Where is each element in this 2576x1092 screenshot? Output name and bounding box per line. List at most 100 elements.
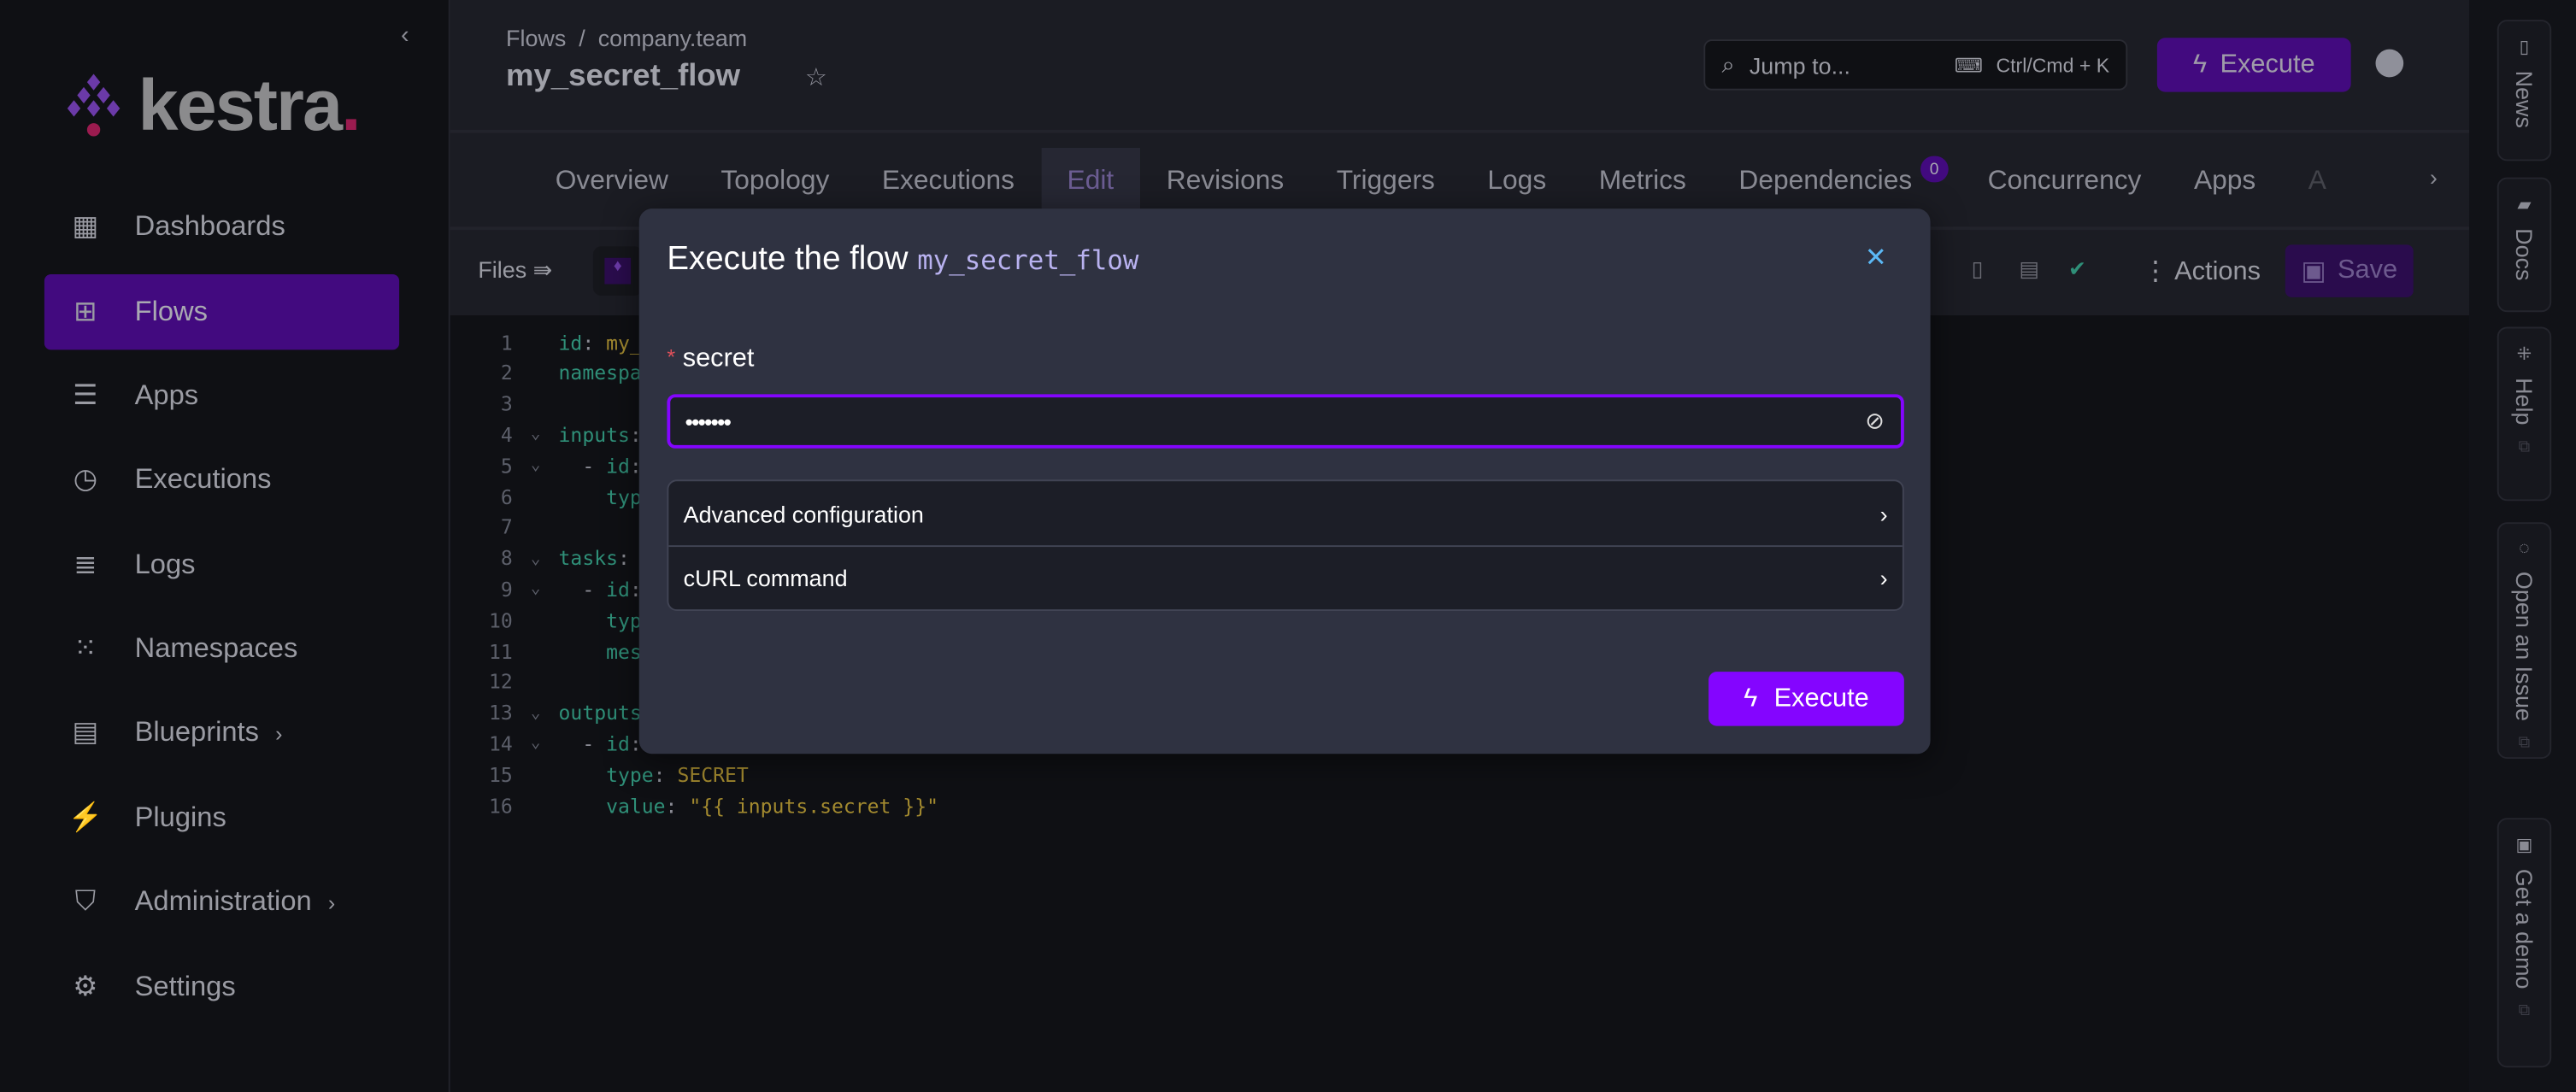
fold-chevron-icon: ⌄ <box>530 580 541 599</box>
dialog-title: Execute the flow my_secret_flow <box>667 241 1139 278</box>
fold-chevron-icon: ⌄ <box>530 426 541 444</box>
sidebar-item-label: Settings <box>134 971 236 1002</box>
tab-logs[interactable]: Logs <box>1461 148 1573 214</box>
save-button[interactable]: ▣ Save <box>2285 244 2414 297</box>
sidebar-item-label: Logs <box>134 549 196 580</box>
sidebar-item-label: Namespaces <box>134 632 298 664</box>
sidebar-item-label: Flows <box>134 295 208 327</box>
files-toggle[interactable]: Files ⇛ <box>478 256 552 285</box>
administration-icon: ⛉ <box>74 885 97 917</box>
breadcrumb-separator: / <box>579 24 585 51</box>
execute-label: Execute <box>2220 50 2315 79</box>
star-icon[interactable]: ☆ <box>805 62 827 92</box>
tab-revisions[interactable]: Revisions <box>1140 148 1310 214</box>
eye-slash-icon[interactable]: ⊘ <box>1865 408 1885 436</box>
code-line: 16 value: "{{ inputs.secret }}" <box>488 794 938 818</box>
files-expand-icon: ⇛ <box>532 255 553 283</box>
secret-input-label: * secret <box>667 344 755 373</box>
breadcrumb: Flows / company.team <box>506 25 747 51</box>
sidebar-item-label: Plugins <box>134 801 226 833</box>
file-icon[interactable]: ▯ <box>1972 256 1984 283</box>
breadcrumb-namespace[interactable]: company.team <box>598 25 747 51</box>
slack-icon: ⁜ <box>2516 344 2532 365</box>
tab-executions[interactable]: Executions <box>856 148 1041 214</box>
close-icon[interactable]: ✕ <box>1865 242 1887 274</box>
dialog-flow-id: my_secret_flow <box>917 244 1139 276</box>
jump-to-search[interactable]: ⌕ Jump to... ⌨ Ctrl/Cmd + K <box>1703 39 2128 91</box>
tab-edit[interactable]: Edit <box>1040 147 1140 214</box>
tab-concurrency[interactable]: Concurrency <box>1961 148 2167 214</box>
validation-ok-icon[interactable]: ✔ <box>2068 256 2086 283</box>
tab-topology[interactable]: Topology <box>695 148 856 214</box>
sidebar-item-settings[interactable]: ⚙ Settings <box>44 949 399 1024</box>
right-sidebar-get-a-demo[interactable]: ▣ Get a demo ⧉ <box>2497 818 2552 1068</box>
actions-menu[interactable]: ⋮ Actions <box>2143 255 2261 287</box>
tab-metrics[interactable]: Metrics <box>1573 148 1713 214</box>
demo-icon: ▣ <box>2515 836 2533 856</box>
fold-chevron-icon: ⌄ <box>530 549 541 568</box>
external-link-icon: ⧉ <box>2518 437 2531 456</box>
blueprints-icon: ▤ <box>72 716 99 748</box>
code-line: 15 type: SECRET <box>488 763 749 787</box>
secret-input-value: ••••••• <box>685 408 732 435</box>
curl-command-toggle[interactable]: cURL command › <box>668 545 1903 609</box>
sidebar-item-label: Administration <box>134 885 312 917</box>
sidebar-item-dashboards[interactable]: ▦ Dashboards <box>44 189 399 264</box>
settings-icon: ⚙ <box>73 971 98 1002</box>
sidebar-item-label: Blueprints <box>134 716 259 748</box>
collapse-sidebar-icon[interactable]: ‹ <box>401 21 409 50</box>
sidebar-item-flows[interactable]: ⊞ Flows <box>44 274 400 350</box>
github-icon: ◌ <box>2519 538 2530 559</box>
sidebar-item-apps[interactable]: ☰ Apps <box>44 358 399 433</box>
docs-icon: ▰ <box>2517 195 2532 215</box>
kestra-logo-icon <box>67 73 121 137</box>
right-sidebar-help[interactable]: ⁜ Help ⧉ <box>2497 326 2552 502</box>
sidebar-item-namespaces[interactable]: ⁙ Namespaces <box>44 611 399 686</box>
jump-shortcut: Ctrl/Cmd + K <box>1996 53 2110 77</box>
execute-button[interactable]: ϟ Execute <box>1709 672 1904 726</box>
chevron-right-icon: › <box>1879 565 1888 591</box>
sidebar: ‹ kestra. ▦ Dashboards ⊞ Flows ☰ Apps ◷ Executi… <box>0 0 450 1092</box>
sidebar-item-label: Dashboards <box>134 210 285 242</box>
sidebar-item-blueprints[interactable]: ▤ Blueprints › <box>44 695 399 770</box>
chevron-right-icon: › <box>327 889 336 914</box>
dashboard-icon: ▦ <box>72 210 99 242</box>
lightning-icon: ϟ <box>1744 684 1758 713</box>
sidebar-item-plugins[interactable]: ⚡ Plugins <box>44 780 399 855</box>
keyboard-icon: ⌨ <box>1954 53 1984 77</box>
right-sidebar: ▯ News ▰ Docs ⁜ Help ⧉ ◌ Open an Issue ⧉ ▣ Get a de… <box>2469 0 2576 1092</box>
right-sidebar-open-an-issue[interactable]: ◌ Open an Issue ⧉ <box>2497 522 2552 760</box>
tab-a[interactable]: A <box>2282 148 2353 214</box>
right-sidebar-docs[interactable]: ▰ Docs <box>2497 177 2552 313</box>
sidebar-item-logs[interactable]: ≣ Logs <box>44 527 399 602</box>
flows-icon: ⊞ <box>74 295 97 327</box>
tab-triggers[interactable]: Triggers <box>1310 148 1461 214</box>
logo[interactable]: kestra. <box>66 66 362 148</box>
user-avatar-icon[interactable] <box>2375 49 2404 78</box>
advanced-configuration-toggle[interactable]: Advanced configuration › <box>668 481 1903 545</box>
tab-dependencies[interactable]: Dependencies 0 <box>1713 148 1949 214</box>
table-icon[interactable]: ▤ <box>2019 256 2039 283</box>
sidebar-item-executions[interactable]: ◷ Executions <box>44 442 399 517</box>
page-title: my_secret_flow <box>506 59 741 94</box>
secret-input[interactable]: ••••••• ⊘ <box>667 394 1904 449</box>
sidebar-item-label: Executions <box>134 463 272 495</box>
tab-overview[interactable]: Overview <box>529 148 695 214</box>
flow-file-tab[interactable]: ♦ <box>592 246 643 296</box>
breadcrumb-flows[interactable]: Flows <box>506 25 566 51</box>
required-mark: * <box>667 344 676 370</box>
divider <box>450 129 2470 133</box>
app: ‹ kestra. ▦ Dashboards ⊞ Flows ☰ Apps ◷ Executi… <box>0 0 2576 1092</box>
right-sidebar-news[interactable]: ▯ News <box>2497 20 2552 161</box>
tab-apps[interactable]: Apps <box>2167 148 2282 214</box>
tabs-scroll-right-icon[interactable]: › <box>2430 164 2438 191</box>
collapse-panels: Advanced configuration › cURL command › <box>667 479 1904 612</box>
namespaces-icon: ⁙ <box>74 632 97 664</box>
chevron-right-icon: › <box>275 719 283 745</box>
sidebar-item-administration[interactable]: ⛉ Administration › <box>44 864 399 939</box>
fold-chevron-icon: ⌄ <box>530 456 541 475</box>
external-link-icon: ⧉ <box>2518 1001 2531 1020</box>
header-execute-button[interactable]: ϟ Execute <box>2156 38 2351 92</box>
save-icon: ▣ <box>2301 257 2326 286</box>
lightning-icon: ϟ <box>2192 50 2208 79</box>
